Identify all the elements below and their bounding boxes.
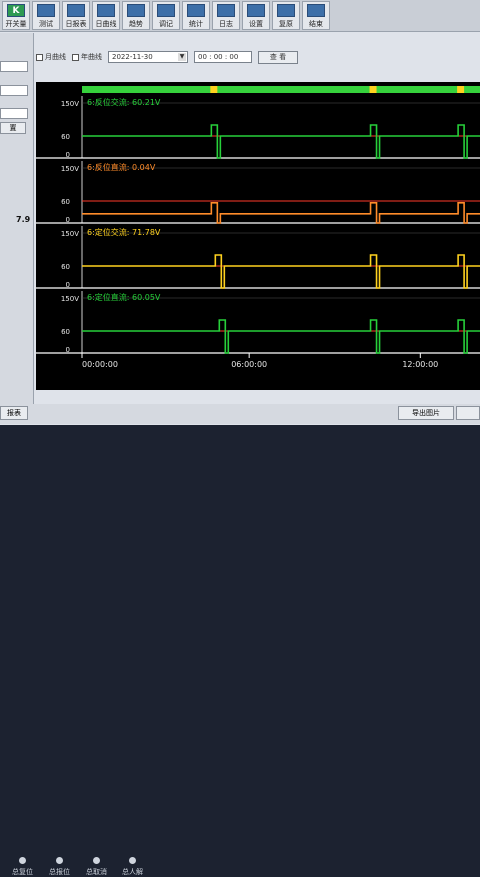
- panel-title: 6:反位交流: 60.21V: [87, 97, 161, 107]
- toolbar-label: 结束: [309, 20, 323, 28]
- toolbar-label: 统计: [189, 20, 203, 28]
- toolbar-label: 复原: [279, 20, 293, 28]
- x-tick-label: 00:00:00: [82, 360, 118, 369]
- toolbar-icon: [97, 4, 115, 17]
- y-tick-label: 0: [66, 281, 70, 289]
- toolbar-icon: [67, 4, 85, 17]
- toolbar-icon: [37, 4, 55, 17]
- status-marker: [210, 86, 218, 93]
- toolbar-label: 日曲线: [95, 20, 117, 28]
- indicator-icon: [93, 857, 100, 864]
- y-tick-label: 0: [66, 346, 70, 354]
- y-tick-label: 150V: [61, 165, 79, 173]
- left-input-2[interactable]: [0, 85, 28, 96]
- bezel-button-unlock[interactable]: 总人解: [122, 857, 143, 877]
- bezel-label: 总报位: [49, 868, 70, 876]
- bezel-label: 总人解: [122, 868, 143, 876]
- app-window: K 开关量 测试 日报表 日曲线 趋势 调记 统计 日志 设置 复原 结束 置 月曲线 年曲线 202…: [0, 0, 480, 425]
- toolbar-label: 测试: [39, 20, 53, 28]
- dropdown-arrow-icon[interactable]: ▼: [178, 53, 186, 61]
- panel-title: 6:反位直流: 0.04V: [87, 162, 156, 172]
- toolbar-button-5[interactable]: 调记: [152, 1, 180, 30]
- toolbar-button-8[interactable]: 设置: [242, 1, 270, 30]
- date-picker[interactable]: 2022-11-30 ▼: [108, 51, 188, 63]
- year-curve-label: 年曲线: [81, 53, 102, 61]
- monitor-bezel: 总复位 总报位 总取消 总人解: [0, 425, 480, 876]
- series-line: [82, 254, 480, 289]
- y-tick-label: 0: [66, 151, 70, 159]
- date-value: 2022-11-30: [112, 53, 153, 61]
- toolbar-button-3[interactable]: 日曲线: [92, 1, 120, 30]
- toolbar-label: 设置: [249, 20, 263, 28]
- toolbar-icon: [127, 4, 145, 17]
- toolbar-icon: [157, 4, 175, 17]
- bottom-bar: 报表 导出图片: [0, 404, 480, 424]
- query-controls: 月曲线 年曲线 2022-11-30 ▼ 00 : 00 : 00 查 看: [36, 48, 480, 66]
- toolbar-button-6[interactable]: 统计: [182, 1, 210, 30]
- panel-title: 6:定位直流: 60.05V: [87, 292, 161, 302]
- query-button[interactable]: 查 看: [258, 50, 298, 64]
- time-field[interactable]: 00 : 00 : 00: [194, 51, 252, 63]
- toolbar-label: 调记: [159, 20, 173, 28]
- x-tick-label: 12:00:00: [402, 360, 438, 369]
- y-tick-label: 150V: [61, 100, 79, 108]
- left-value-label: 7.9: [16, 215, 31, 224]
- toolbar-button-4[interactable]: 趋势: [122, 1, 150, 30]
- x-tick-label: 06:00:00: [231, 360, 267, 369]
- toolbar-label: 趋势: [129, 20, 143, 28]
- curve-chart: 150V 60 0 6:反位交流: 60.21V 150V 60 0 6:反位直流: 0.04…: [36, 82, 480, 390]
- chart-svg: 150V 60 0 6:反位交流: 60.21V 150V 60 0 6:反位直流: 0.04…: [36, 86, 480, 369]
- indicator-icon: [56, 857, 63, 864]
- panel-title: 6:定位交流: 71.78V: [87, 227, 161, 237]
- series-line: [82, 319, 480, 354]
- export-image-button[interactable]: 导出图片: [398, 406, 454, 420]
- toolbar-button-9[interactable]: 复原: [272, 1, 300, 30]
- left-input-3[interactable]: [0, 108, 28, 119]
- toolbar-button-10[interactable]: 结束: [302, 1, 330, 30]
- status-marker: [457, 86, 465, 93]
- toolbar-button-0[interactable]: K 开关量: [2, 1, 30, 30]
- left-input-1[interactable]: [0, 61, 28, 72]
- bezel-label: 总复位: [12, 868, 33, 876]
- more-button[interactable]: [456, 406, 480, 420]
- left-set-button[interactable]: 置: [0, 122, 26, 134]
- bezel-button-reset[interactable]: 总复位: [12, 857, 33, 877]
- toolbar-button-1[interactable]: 测试: [32, 1, 60, 30]
- y-tick-label: 60: [61, 328, 70, 336]
- toolbar-icon: [307, 4, 325, 17]
- bezel-button-cancel[interactable]: 总取消: [86, 857, 107, 877]
- left-panel: 置: [0, 33, 34, 423]
- toolbar-icon: [247, 4, 265, 17]
- month-curve-label: 月曲线: [45, 53, 66, 61]
- toolbar-icon: [217, 4, 235, 17]
- y-tick-label: 60: [61, 133, 70, 141]
- report-button[interactable]: 报表: [0, 406, 28, 420]
- toolbar-icon: [277, 4, 295, 17]
- y-tick-label: 60: [61, 263, 70, 271]
- y-tick-label: 60: [61, 198, 70, 206]
- toolbar-label: 日志: [219, 20, 233, 28]
- toolbar: K 开关量 测试 日报表 日曲线 趋势 调记 统计 日志 设置 复原 结束: [0, 0, 480, 32]
- series-line: [82, 124, 480, 159]
- y-tick-label: 150V: [61, 230, 79, 238]
- month-curve-checkbox[interactable]: 月曲线: [36, 52, 66, 62]
- toolbar-icon: K: [7, 4, 25, 17]
- indicator-icon: [129, 857, 136, 864]
- series-line: [82, 202, 480, 224]
- indicator-icon: [19, 857, 26, 864]
- bezel-label: 总取消: [86, 868, 107, 876]
- toolbar-button-2[interactable]: 日报表: [62, 1, 90, 30]
- year-curve-checkbox[interactable]: 年曲线: [72, 52, 102, 62]
- bezel-button-report[interactable]: 总报位: [49, 857, 70, 877]
- status-marker: [369, 86, 377, 93]
- toolbar-label: 日报表: [65, 20, 87, 28]
- status-bar: [82, 86, 480, 93]
- toolbar-button-7[interactable]: 日志: [212, 1, 240, 30]
- toolbar-icon: [187, 4, 205, 17]
- y-tick-label: 150V: [61, 295, 79, 303]
- y-tick-label: 0: [66, 216, 70, 224]
- toolbar-label: 开关量: [5, 20, 27, 28]
